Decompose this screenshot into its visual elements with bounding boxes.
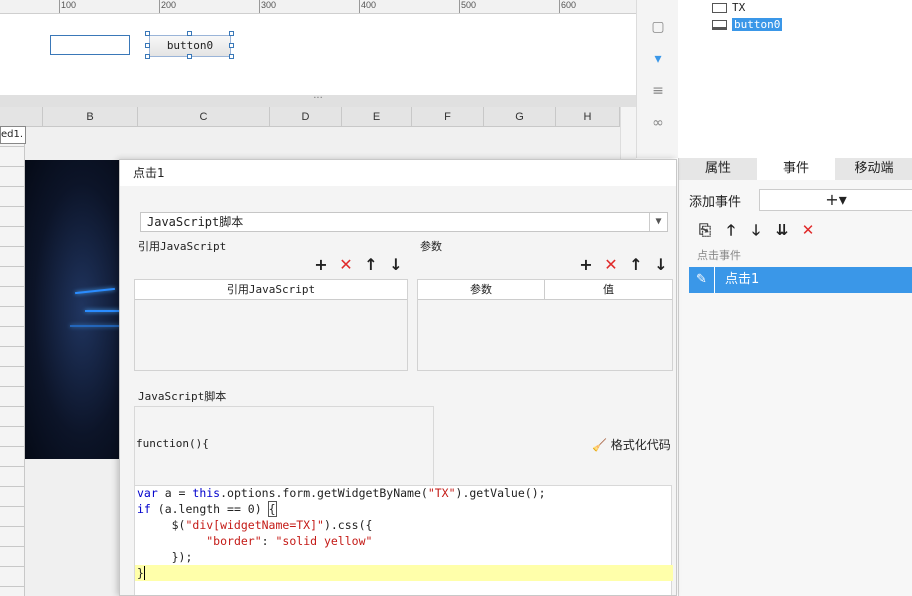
chevron-down-icon[interactable]: ▼ [649,213,667,231]
event-row[interactable]: ✎ 点击1 [689,267,912,293]
column-header-cell[interactable] [0,107,43,127]
tab-events[interactable]: 事件 [757,158,835,180]
column-header-h[interactable]: H [556,107,620,127]
add-param-button[interactable]: + [577,256,595,274]
ref-js-table[interactable]: 引用JavaScript [134,279,408,371]
ruler-label: 100 [61,0,77,10]
ruler-tick [59,0,60,13]
column-header-f[interactable]: F [412,107,484,127]
ref-js-section-label: 引用JavaScript [138,240,227,253]
resize-handle[interactable] [229,31,234,36]
horizontal-ruler: 100 200 300 400 500 600 [0,0,636,14]
properties-panel: 属性 事件 移动端 添加事件 +▾ ⎘ 🡑 🡓 ⇊ ✕ 点击事件 ✎ 点击1 [678,158,912,596]
column-header-e[interactable]: E [342,107,412,127]
remove-ref-button[interactable]: ✕ [337,256,355,274]
dropdown-tool-icon[interactable]: ▾ [643,46,673,72]
tree-item-label: TX [732,1,746,14]
image-glow-line [85,310,120,312]
ruler-label: 200 [161,0,177,10]
button-icon [712,20,727,30]
remove-param-button[interactable]: ✕ [602,256,620,274]
column-header-g[interactable]: G [484,107,556,127]
ruler-tick [259,0,260,13]
sort-down-icon[interactable]: ⇊ [772,220,792,240]
row-headers [0,127,25,596]
column-header-c[interactable]: C [138,107,270,127]
image-glow-line [75,287,115,295]
code-line: } [137,566,145,580]
event-group-label: 点击事件 [697,249,741,262]
resize-handle[interactable] [187,54,192,59]
event-dialog: 点击1 JavaScript脚本 ▼ 引用JavaScript 参数 + ✕ ↑… [119,159,677,596]
resize-handle[interactable] [187,31,192,36]
dialog-title: 点击1 [120,160,676,186]
ruler-label: 600 [561,0,577,10]
square-tool-icon[interactable]: ▢ [643,14,673,40]
code-line: "border": "solid yellow" [206,534,373,548]
broom-icon: 🧹 [592,438,607,452]
form-canvas[interactable]: button0 [0,15,636,95]
resize-handle[interactable] [229,43,234,48]
current-line-highlight [135,565,673,581]
pencil-icon[interactable]: ✎ [689,267,715,293]
ruler-tick [459,0,460,13]
background-image [25,160,120,459]
format-code-label: 格式化代码 [610,438,671,452]
resize-handle[interactable] [145,43,150,48]
add-ref-button[interactable]: + [312,256,330,274]
tree-item-label: button0 [732,18,783,31]
textbox-icon [712,3,727,13]
arrow-up-icon[interactable]: 🡑 [721,220,741,240]
link-tool-icon[interactable]: ∞ [643,110,673,136]
ruler-tick [359,0,360,13]
column-header: B C D E F G H [0,107,620,127]
code-line: var a = this.options.form.getWidgetByNam… [137,486,546,500]
ruler-label: 300 [261,0,277,10]
cell-label[interactable]: ed1. [0,126,26,144]
column-header-d[interactable]: D [270,107,342,127]
ruler-label: 500 [461,0,477,10]
layers-tool-icon[interactable]: ≡ [643,78,673,104]
ref-js-table-header: 引用JavaScript [135,280,407,300]
script-type-select[interactable]: JavaScript脚本 ▼ [140,212,668,232]
params-table-header-value: 值 [545,280,672,300]
params-table[interactable]: 参数 值 [417,279,673,371]
format-code-button[interactable]: 🧹 格式化代码 [592,436,671,453]
pane-splitter[interactable]: ··· [0,94,636,107]
ruler-tick [559,0,560,13]
script-section-label: JavaScript脚本 [138,390,227,403]
function-header: function(){ [136,437,209,450]
script-type-value: JavaScript脚本 [147,215,244,229]
resize-handle[interactable] [145,54,150,59]
tab-mobile[interactable]: 移动端 [835,158,912,180]
ruler-label: 400 [361,0,377,10]
arrow-down-icon[interactable]: 🡓 [746,220,766,240]
copy-icon[interactable]: ⎘ [695,220,715,240]
move-down-ref-button[interactable]: ↓ [387,256,405,274]
code-line: $("div[widgetName=TX]").css({ [137,518,373,532]
params-section-label: 参数 [420,240,442,253]
move-down-param-button[interactable]: ↓ [652,256,670,274]
code-line: if (a.length == 0) { [137,501,277,517]
tab-attributes[interactable]: 属性 [679,158,757,180]
code-editor[interactable]: var a = this.options.form.getWidgetByNam… [134,485,673,595]
tool-strip: ▢ ▾ ≡ ∞ [636,0,678,158]
tree-item-tx[interactable]: TX [712,0,745,16]
resize-handle[interactable] [145,31,150,36]
delete-icon[interactable]: ✕ [798,220,818,240]
move-up-param-button[interactable]: ↑ [627,256,645,274]
code-line: }); [137,550,193,564]
move-up-ref-button[interactable]: ↑ [362,256,380,274]
add-event-dropdown[interactable]: +▾ [759,189,912,211]
resize-handle[interactable] [229,54,234,59]
tx-text-widget[interactable] [50,35,130,55]
ruler-tick [159,0,160,13]
add-event-label: 添加事件 [689,195,742,210]
tree-item-button0[interactable]: button0 [712,17,783,33]
params-table-header-name: 参数 [418,280,545,300]
image-glow-line [70,325,120,327]
event-label: 点击1 [725,272,760,287]
widget-tree: TX button0 [678,0,912,158]
column-header-b[interactable]: B [43,107,138,127]
